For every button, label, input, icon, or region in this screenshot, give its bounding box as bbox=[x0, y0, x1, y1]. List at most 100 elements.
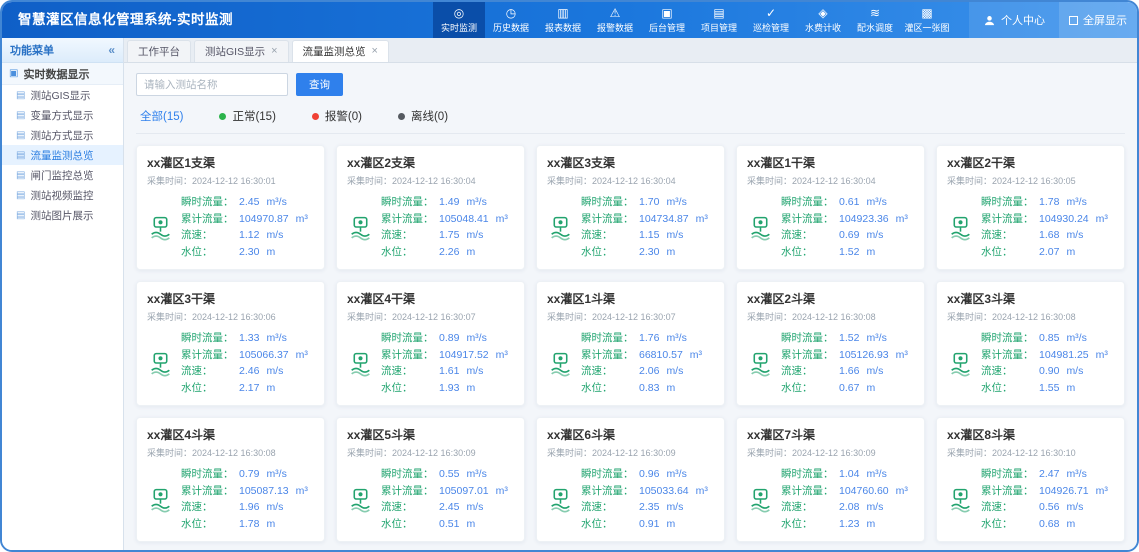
total-flow-label: 累计流量： bbox=[781, 211, 839, 228]
tab[interactable]: 工作平台 × bbox=[127, 40, 191, 62]
nav-item[interactable]: ▣ 后台管理 bbox=[641, 2, 693, 38]
station-metrics: 瞬时流量： 2.47 m³/s 累计流量： 104926.71 m³ bbox=[947, 466, 1114, 532]
water-level-unit: m bbox=[866, 244, 875, 261]
tab[interactable]: 流量监测总览 × bbox=[292, 40, 389, 62]
collect-time-label: 采集时间： bbox=[947, 176, 992, 186]
flow-label: 瞬时流量： bbox=[981, 466, 1039, 483]
nav-item[interactable]: ◎ 实时监测 bbox=[433, 2, 485, 38]
tab[interactable]: 测站GIS显示 × bbox=[194, 40, 289, 62]
nav-item[interactable]: ▥ 报表数据 bbox=[537, 2, 589, 38]
sidebar-item[interactable]: ▤ 闸门监控总览 bbox=[2, 165, 123, 185]
water-level-row: 水位： 2.07 m bbox=[981, 244, 1114, 261]
flow-value: 1.33 bbox=[239, 330, 259, 347]
main-area: 工作平台 × 测站GIS显示 × 流量监测总览 × bbox=[124, 38, 1137, 550]
total-flow-value: 104970.87 bbox=[239, 211, 289, 228]
station-name: xx灌区4干渠 bbox=[347, 290, 514, 307]
nav-item[interactable]: ≋ 配水调度 bbox=[849, 2, 901, 38]
collect-time-value: 2024-12-12 16:30:07 bbox=[592, 312, 676, 322]
status-filter[interactable]: 全部(15) bbox=[140, 108, 183, 124]
total-flow-label: 累计流量： bbox=[581, 483, 639, 500]
station-card[interactable]: xx灌区3支渠 采集时间：2024-12-12 16:30:04 bbox=[536, 145, 725, 270]
station-card[interactable]: xx灌区3斗渠 采集时间：2024-12-12 16:30:08 bbox=[936, 281, 1125, 406]
flow-unit: m³/s bbox=[266, 194, 286, 211]
station-card[interactable]: xx灌区3干渠 采集时间：2024-12-12 16:30:06 bbox=[136, 281, 325, 406]
flow-meter-icon bbox=[747, 350, 774, 377]
collect-time-label: 采集时间： bbox=[547, 312, 592, 322]
station-card[interactable]: xx灌区2干渠 采集时间：2024-12-12 16:30:05 bbox=[936, 145, 1125, 270]
total-flow-row: 累计流量： 105097.01 m³ bbox=[381, 483, 514, 500]
velocity-row: 流速： 0.56 m/s bbox=[981, 499, 1114, 516]
status-filter[interactable]: 离线(0) bbox=[398, 108, 448, 124]
nav-item[interactable]: ◷ 历史数据 bbox=[485, 2, 537, 38]
station-card[interactable]: xx灌区1支渠 采集时间：2024-12-12 16:30:01 bbox=[136, 145, 325, 270]
total-flow-value: 105048.41 bbox=[439, 211, 489, 228]
flow-label: 瞬时流量： bbox=[181, 194, 239, 211]
total-flow-row: 累计流量： 104917.52 m³ bbox=[381, 347, 514, 364]
velocity-unit: m/s bbox=[466, 499, 483, 516]
water-level-value: 2.30 bbox=[239, 244, 259, 261]
fullscreen-button[interactable]: 全屏显示 bbox=[1059, 2, 1137, 38]
water-level-row: 水位： 2.30 m bbox=[181, 244, 314, 261]
search-button[interactable]: 查询 bbox=[296, 73, 343, 96]
water-level-value: 1.93 bbox=[439, 380, 459, 397]
flow-row: 瞬时流量： 1.78 m³/s bbox=[981, 194, 1114, 211]
station-card[interactable]: xx灌区4干渠 采集时间：2024-12-12 16:30:07 bbox=[336, 281, 525, 406]
water-level-unit: m bbox=[866, 516, 875, 533]
collect-time-label: 采集时间： bbox=[347, 312, 392, 322]
station-name: xx灌区5斗渠 bbox=[347, 426, 514, 443]
sidebar-item[interactable]: ▤ 测站GIS显示 bbox=[2, 85, 123, 105]
flow-label: 瞬时流量： bbox=[781, 330, 839, 347]
nav-item[interactable]: ✓ 巡检管理 bbox=[745, 2, 797, 38]
station-card[interactable]: xx灌区1斗渠 采集时间：2024-12-12 16:30:07 bbox=[536, 281, 725, 406]
sidebar-item[interactable]: ▤ 变量方式显示 bbox=[2, 105, 123, 125]
water-level-unit: m bbox=[1066, 244, 1075, 261]
velocity-value: 1.15 bbox=[639, 227, 659, 244]
sidebar-item[interactable]: ▤ 测站方式显示 bbox=[2, 125, 123, 145]
water-level-value: 0.68 bbox=[1039, 516, 1059, 533]
metric-rows: 瞬时流量： 1.70 m³/s 累计流量： 104734.87 m³ bbox=[581, 194, 714, 260]
station-card[interactable]: xx灌区5斗渠 采集时间：2024-12-12 16:30:09 bbox=[336, 417, 525, 542]
flow-unit: m³/s bbox=[266, 330, 286, 347]
sidebar-item[interactable]: ▤ 测站视频监控 bbox=[2, 185, 123, 205]
velocity-unit: m/s bbox=[666, 227, 683, 244]
flow-label: 瞬时流量： bbox=[181, 330, 239, 347]
collect-time-value: 2024-12-12 16:30:08 bbox=[992, 312, 1076, 322]
status-filter[interactable]: 报警(0) bbox=[312, 108, 362, 124]
status-filter[interactable]: 正常(15) bbox=[219, 108, 275, 124]
sidebar-item[interactable]: ▤ 流量监测总览 bbox=[2, 145, 123, 165]
nav-item[interactable]: ⚠ 报警数据 bbox=[589, 2, 641, 38]
water-level-unit: m bbox=[266, 244, 275, 261]
station-card[interactable]: xx灌区6斗渠 采集时间：2024-12-12 16:30:09 bbox=[536, 417, 725, 542]
user-center-button[interactable]: 个人中心 bbox=[969, 2, 1059, 38]
flow-meter-icon bbox=[547, 350, 574, 377]
status-filter-label: 离线(0) bbox=[411, 108, 448, 124]
velocity-row: 流速： 1.66 m/s bbox=[781, 363, 914, 380]
flow-unit: m³/s bbox=[466, 466, 486, 483]
total-flow-label: 累计流量： bbox=[981, 211, 1039, 228]
station-card[interactable]: xx灌区1干渠 采集时间：2024-12-12 16:30:04 bbox=[736, 145, 925, 270]
station-search-input[interactable] bbox=[136, 73, 288, 96]
station-metrics: 瞬时流量： 0.55 m³/s 累计流量： 105097.01 m³ bbox=[347, 466, 514, 532]
nav-item-label: 实时监测 bbox=[441, 21, 477, 34]
nav-item[interactable]: ▩ 灌区一张图 bbox=[901, 2, 953, 38]
collapse-sidebar-icon[interactable]: « bbox=[108, 43, 115, 57]
close-icon[interactable]: × bbox=[372, 46, 378, 57]
water-level-unit: m bbox=[466, 244, 475, 261]
nav-item[interactable]: ◈ 水费计收 bbox=[797, 2, 849, 38]
station-card[interactable]: xx灌区2斗渠 采集时间：2024-12-12 16:30:08 bbox=[736, 281, 925, 406]
velocity-unit: m/s bbox=[266, 227, 283, 244]
station-card[interactable]: xx灌区2支渠 采集时间：2024-12-12 16:30:04 bbox=[336, 145, 525, 270]
collect-time-label: 采集时间： bbox=[547, 176, 592, 186]
station-card[interactable]: xx灌区7斗渠 采集时间：2024-12-12 16:30:09 bbox=[736, 417, 925, 542]
station-card[interactable]: xx灌区8斗渠 采集时间：2024-12-12 16:30:10 bbox=[936, 417, 1125, 542]
collect-time-value: 2024-12-12 16:30:08 bbox=[192, 448, 276, 458]
water-level-row: 水位： 0.51 m bbox=[381, 516, 514, 533]
close-icon[interactable]: × bbox=[271, 46, 277, 57]
sidebar-section-realtime[interactable]: ▣ 实时数据显示 bbox=[2, 63, 123, 85]
metric-rows: 瞬时流量： 1.33 m³/s 累计流量： 105066.37 m³ bbox=[181, 330, 314, 396]
nav-item[interactable]: ▤ 项目管理 bbox=[693, 2, 745, 38]
sidebar-item[interactable]: ▤ 测站图片展示 bbox=[2, 205, 123, 225]
station-card[interactable]: xx灌区4斗渠 采集时间：2024-12-12 16:30:08 bbox=[136, 417, 325, 542]
water-level-label: 水位： bbox=[181, 380, 239, 397]
collect-time-label: 采集时间： bbox=[147, 448, 192, 458]
